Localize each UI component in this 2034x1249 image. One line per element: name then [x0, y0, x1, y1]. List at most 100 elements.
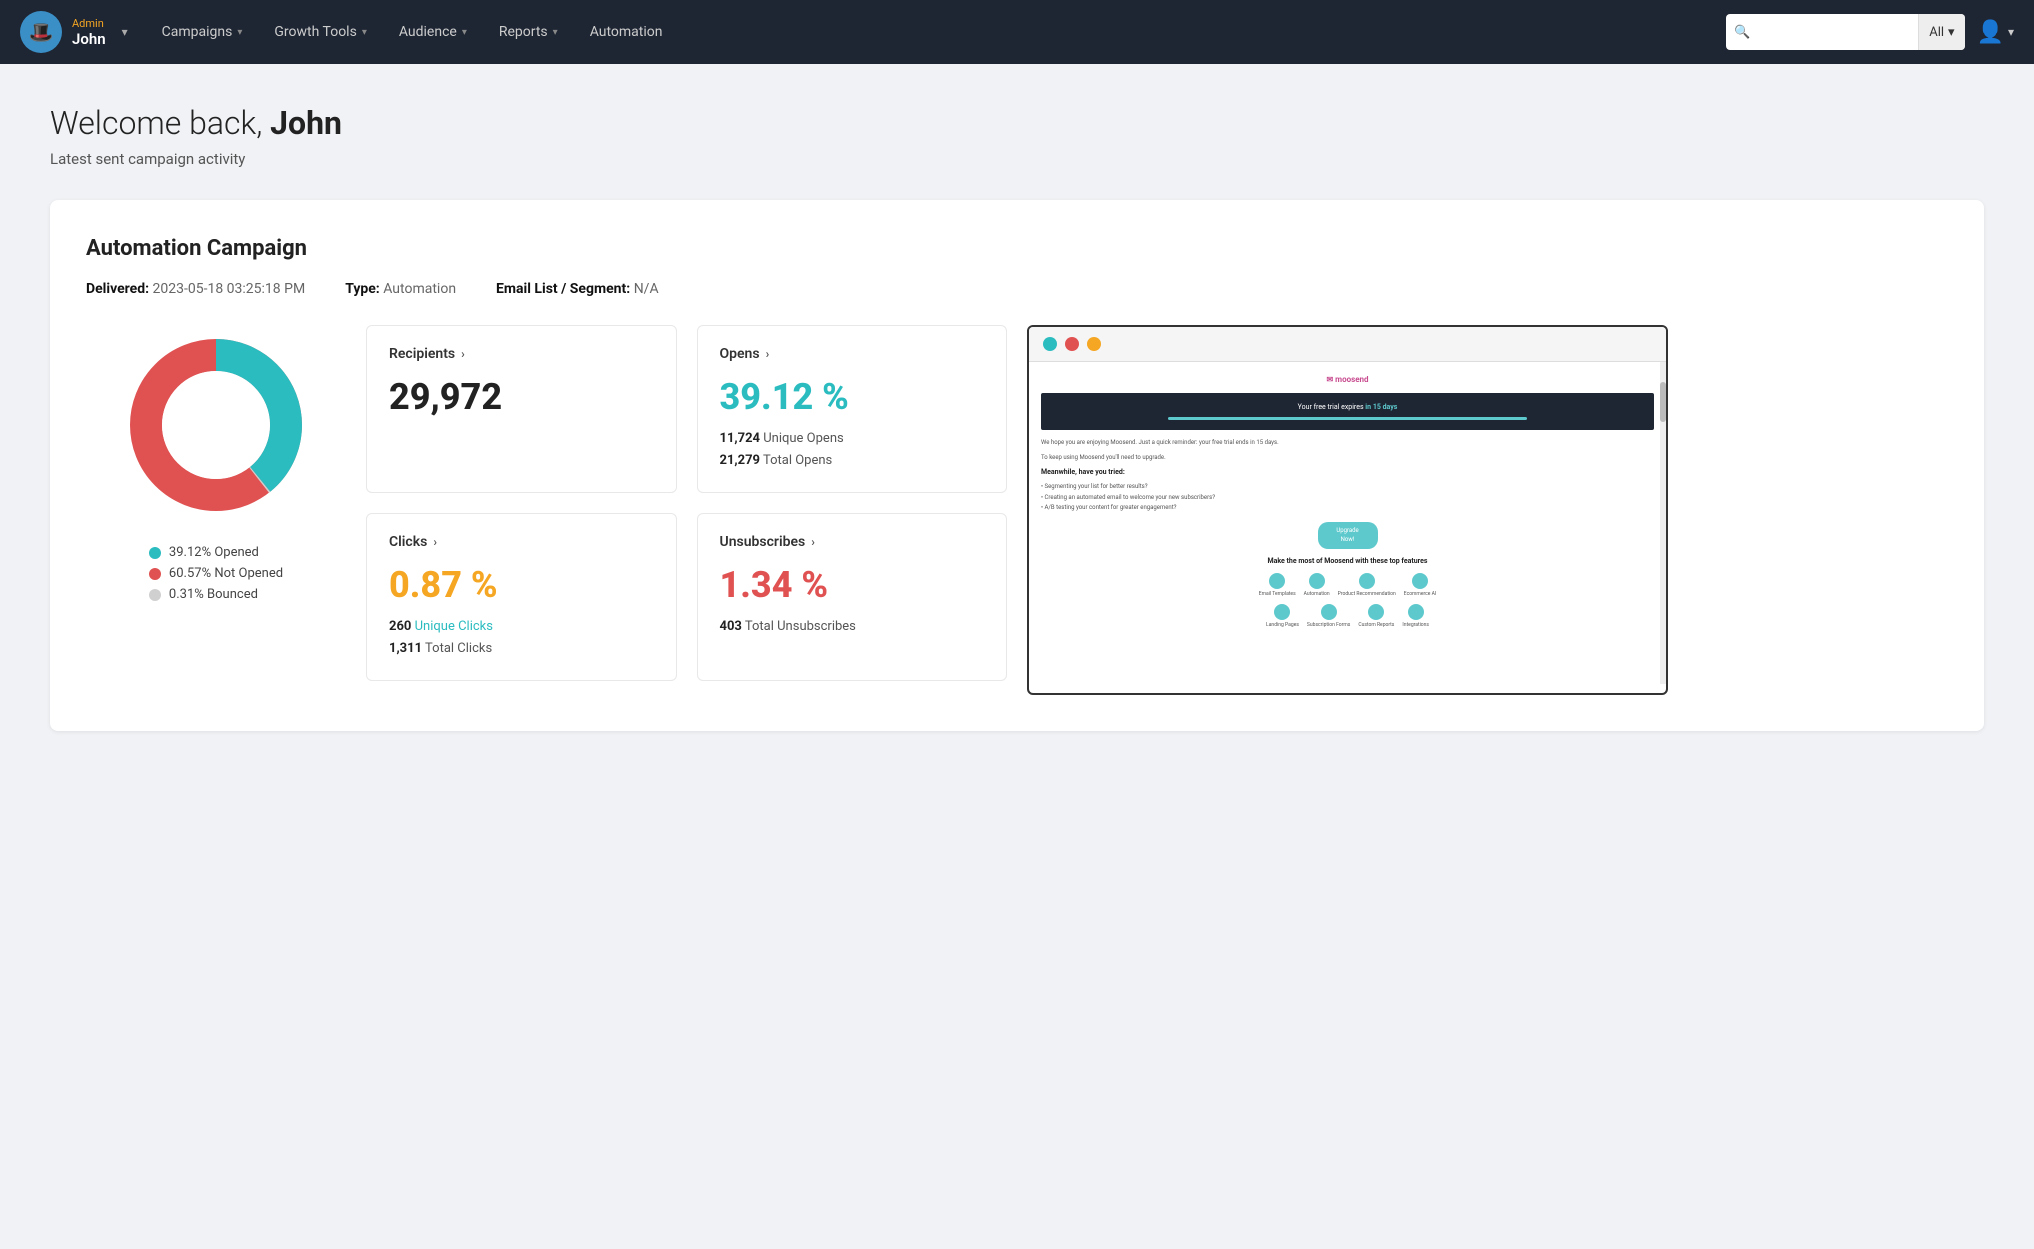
search-filter-dropdown[interactable]: All ▾: [1918, 14, 1964, 50]
opens-header[interactable]: Opens ›: [720, 346, 985, 362]
legend-opened: 39.12% Opened: [149, 545, 283, 560]
recipients-value: 29,972: [389, 376, 654, 418]
campaign-segment: Email List / Segment: N/A: [496, 281, 659, 297]
chevron-down-icon: ▾: [2008, 25, 2014, 39]
chevron-down-icon: ▾: [1948, 25, 1955, 40]
email-preview-titlebar: [1029, 327, 1666, 362]
legend-dot-opened: [149, 547, 161, 559]
ep-icons-row1: Email Templates Automation Product Recom…: [1041, 573, 1654, 598]
ep-list: • Segmenting your list for better result…: [1041, 482, 1654, 514]
ep-scrollbar-thumb: [1660, 382, 1666, 422]
unsubscribes-header[interactable]: Unsubscribes ›: [720, 534, 985, 550]
nav-brand: 🎩 Admin John ▾: [20, 11, 128, 53]
nav-label-growth-tools: Growth Tools: [274, 24, 356, 40]
opens-label: Opens: [720, 346, 760, 362]
campaign-card: Automation Campaign Delivered: 2023-05-1…: [50, 200, 1984, 731]
legend-dot-not-opened: [149, 568, 161, 580]
ep-icon-custom-reports: Custom Reports: [1358, 604, 1394, 629]
titlebar-dot-teal: [1043, 337, 1057, 351]
campaign-type: Type: Automation: [345, 281, 456, 297]
campaign-title: Automation Campaign: [86, 236, 1948, 261]
email-preview-body: ✉ moosend Your free trial expires in 15 …: [1029, 362, 1666, 684]
clicks-detail: 260 Unique Clicks 1,311 Total Clicks: [389, 616, 654, 660]
welcome-heading: Welcome back, John: [50, 104, 1984, 142]
nav-label-campaigns: Campaigns: [162, 24, 233, 40]
legend-bounced: 0.31% Bounced: [149, 587, 283, 602]
search-icon: 🔍: [1726, 25, 1758, 40]
ep-heading: Meanwhile, have you tried:: [1041, 468, 1654, 478]
ep-moosend-logo: ✉ moosend: [1041, 374, 1654, 385]
ep-scrollbar[interactable]: [1660, 362, 1666, 684]
clicks-percent: 0.87 %: [389, 564, 654, 606]
donut-legend: 39.12% Opened 60.57% Not Opened 0.31% Bo…: [149, 545, 283, 608]
ep-icon-product-rec: Product Recommendation: [1338, 573, 1396, 598]
chevron-down-icon: ▾: [362, 27, 367, 38]
recipients-header[interactable]: Recipients ›: [389, 346, 654, 362]
nav-label-audience: Audience: [399, 24, 457, 40]
chevron-down-icon: ▾: [237, 27, 242, 38]
ep-icon-landing-pages: Landing Pages: [1266, 604, 1299, 629]
legend-not-opened-text: 60.57% Not Opened: [169, 566, 283, 581]
stat-card-recipients: Recipients › 29,972: [366, 325, 677, 493]
unsubscribes-detail: 403 Total Unsubscribes: [720, 616, 985, 638]
titlebar-dot-red: [1065, 337, 1079, 351]
nav-item-growth-tools[interactable]: Growth Tools ▾: [260, 16, 380, 48]
nav-user-name: John: [72, 30, 106, 48]
search-filter-label: All: [1929, 25, 1944, 40]
opens-percent: 39.12 %: [720, 376, 985, 418]
main-content: Welcome back, John Latest sent campaign …: [0, 64, 2034, 771]
arrow-icon: ›: [766, 347, 770, 361]
nav-item-automation[interactable]: Automation: [576, 16, 677, 48]
arrow-icon: ›: [811, 535, 815, 549]
nav-items: Campaigns ▾ Growth Tools ▾ Audience ▾ Re…: [148, 16, 1726, 48]
nav-item-campaigns[interactable]: Campaigns ▾: [148, 16, 257, 48]
stat-card-opens: Opens › 39.12 % 11,724 Unique Opens 21,2…: [697, 325, 1008, 493]
chevron-down-icon: ▾: [553, 27, 558, 38]
unsubscribes-label: Unsubscribes: [720, 534, 806, 550]
ep-features-title: Make the most of Moosend with these top …: [1041, 557, 1654, 567]
titlebar-dot-yellow: [1087, 337, 1101, 351]
chevron-down-icon: ▾: [462, 27, 467, 38]
welcome-subtitle: Latest sent campaign activity: [50, 150, 1984, 168]
donut-section: 39.12% Opened 60.57% Not Opened 0.31% Bo…: [86, 325, 346, 608]
clicks-header[interactable]: Clicks ›: [389, 534, 654, 550]
brand-logo: 🎩: [20, 11, 62, 53]
ep-icon-automation: Automation: [1304, 573, 1330, 598]
legend-bounced-text: 0.31% Bounced: [169, 587, 258, 602]
arrow-icon: ›: [433, 535, 437, 549]
recipients-label: Recipients: [389, 346, 455, 362]
donut-chart: [116, 325, 316, 525]
unsubscribes-percent: 1.34 %: [720, 564, 985, 606]
legend-not-opened: 60.57% Not Opened: [149, 566, 283, 581]
stats-grid: Recipients › 29,972 Opens › 39.12 % 11,7…: [366, 325, 1007, 681]
ep-icon-email-templates: Email Templates: [1259, 573, 1296, 598]
ep-icon-subscription-forms: Subscription Forms: [1307, 604, 1350, 629]
nav-label-reports: Reports: [499, 24, 548, 40]
legend-opened-text: 39.12% Opened: [169, 545, 259, 560]
ep-upgrade-button[interactable]: Upgrade Now!: [1318, 522, 1378, 549]
nav-user-info: Admin John: [72, 17, 106, 48]
ep-icon-integrations: Integrations: [1402, 604, 1429, 629]
campaign-stats: 39.12% Opened 60.57% Not Opened 0.31% Bo…: [86, 325, 1948, 695]
campaign-meta: Delivered: 2023-05-18 03:25:18 PM Type: …: [86, 281, 1948, 297]
ep-progress-bar: [1168, 417, 1526, 420]
nav-item-audience[interactable]: Audience ▾: [385, 16, 481, 48]
nav-right: 🔍 All ▾ 👤 ▾: [1726, 14, 2014, 50]
arrow-icon: ›: [461, 347, 465, 361]
search-input[interactable]: [1758, 25, 1918, 40]
nav-item-reports[interactable]: Reports ▾: [485, 16, 572, 48]
opens-detail: 11,724 Unique Opens 21,279 Total Opens: [720, 428, 985, 472]
nav-user-role: Admin: [72, 17, 106, 30]
navbar: 🎩 Admin John ▾ Campaigns ▾ Growth Tools …: [0, 0, 2034, 64]
ep-icons-row2: Landing Pages Subscription Forms Custom …: [1041, 604, 1654, 629]
stat-card-clicks: Clicks › 0.87 % 260 Unique Clicks 1,311 …: [366, 513, 677, 681]
campaign-delivered: Delivered: 2023-05-18 03:25:18 PM: [86, 281, 305, 297]
email-preview-inner: ✉ moosend Your free trial expires in 15 …: [1041, 374, 1654, 629]
legend-dot-bounced: [149, 589, 161, 601]
nav-user-dropdown-icon[interactable]: ▾: [122, 25, 128, 39]
user-icon: 👤: [1977, 20, 2004, 45]
ep-body-text1: We hope you are enjoying Moosend. Just a…: [1041, 438, 1654, 447]
ep-icon-ecommerce: Ecommerce AI: [1404, 573, 1436, 598]
email-preview-card: ✉ moosend Your free trial expires in 15 …: [1027, 325, 1668, 695]
nav-avatar[interactable]: 👤 ▾: [1977, 20, 2014, 45]
